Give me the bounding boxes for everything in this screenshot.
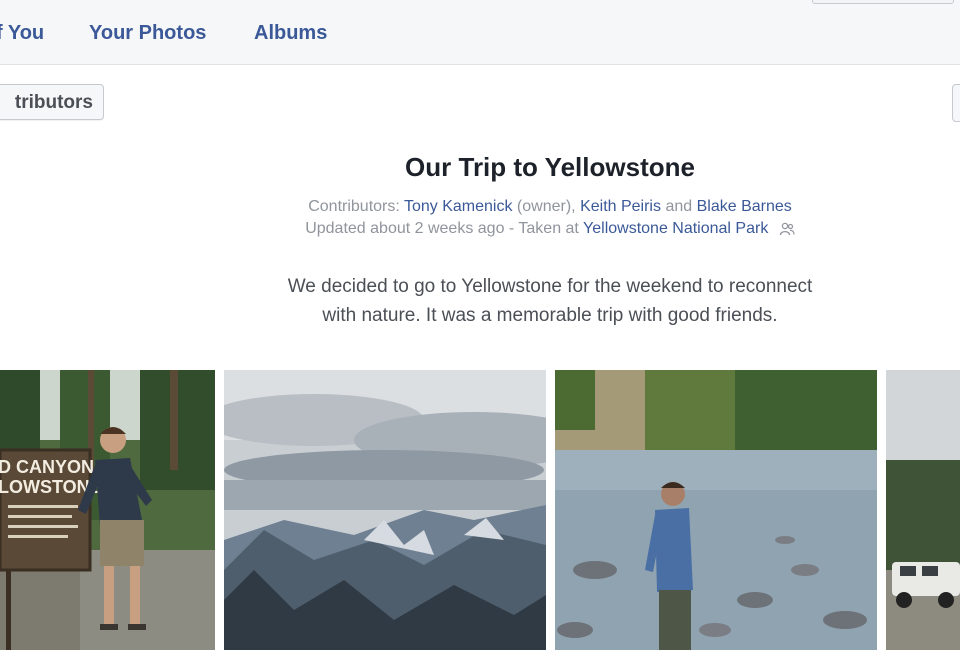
album-description: We decided to go to Yellowstone for the … <box>200 272 900 330</box>
photo-car-outdoors <box>886 370 960 650</box>
people-icon[interactable] <box>779 222 795 241</box>
search-box[interactable] <box>812 0 954 4</box>
album-options-button[interactable] <box>952 84 960 122</box>
photo-man-at-river <box>555 370 877 650</box>
photo-thumbnail[interactable]: D CANYON LOWSTONE <box>0 370 215 650</box>
album-updated-line: Updated about 2 weeks ago - Taken at Yel… <box>0 220 960 241</box>
contributors-label: Contributors: <box>308 198 400 215</box>
photo-mountain-range <box>224 370 546 650</box>
contributor-link-keith[interactable]: Keith Peiris <box>580 198 661 215</box>
tab-photos-of-you[interactable]: f You <box>0 22 44 45</box>
album-contributors-line: Contributors: Tony Kamenick (owner), Kei… <box>0 198 960 216</box>
tab-your-photos[interactable]: Your Photos <box>89 22 206 45</box>
owner-link[interactable]: Tony Kamenick <box>404 198 513 215</box>
tab-albums[interactable]: Albums <box>254 22 327 45</box>
and-text: and <box>665 198 693 215</box>
description-line: We decided to go to Yellowstone for the … <box>287 276 813 297</box>
contributor-link-blake[interactable]: Blake Barnes <box>697 198 792 215</box>
top-nav-bar: f You Your Photos Albums <box>0 0 960 65</box>
contributors-button[interactable]: tributors <box>0 84 104 120</box>
photo-thumbnail[interactable] <box>224 370 546 650</box>
photo-thumbnail[interactable] <box>555 370 877 650</box>
location-link[interactable]: Yellowstone National Park <box>583 220 768 237</box>
photo-thumbnail[interactable] <box>886 370 960 650</box>
owner-tag: (owner), <box>516 198 576 215</box>
sign-text-line1: D CANYON <box>0 457 94 477</box>
album-title: Our Trip to Yellowstone <box>405 152 695 182</box>
photo-man-at-sign: D CANYON LOWSTONE <box>0 370 215 650</box>
updated-text: Updated about 2 weeks ago - Taken at <box>305 220 579 237</box>
description-line: with nature. It was a memorable trip wit… <box>322 305 778 326</box>
